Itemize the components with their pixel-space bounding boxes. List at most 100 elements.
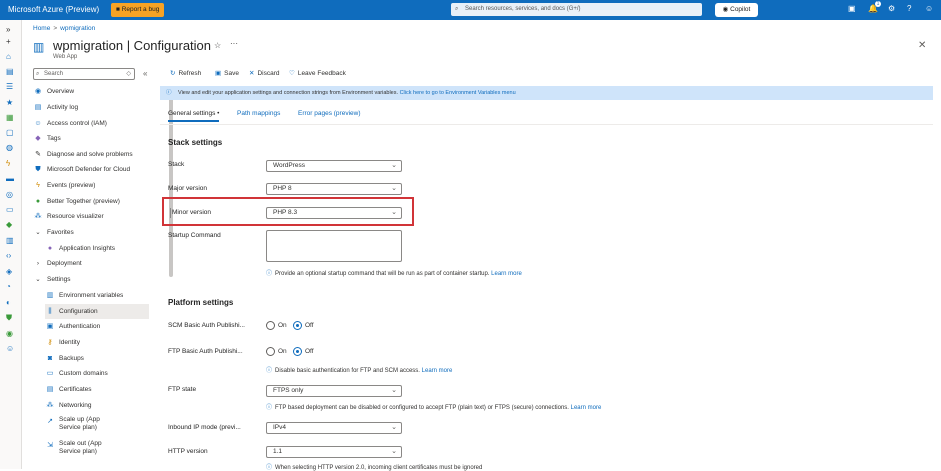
sidebar-item-configuration[interactable]: ⫼ Configuration: [45, 304, 149, 319]
function-app-icon[interactable]: ϟ: [6, 159, 10, 168]
app-services-icon[interactable]: ◍: [6, 143, 13, 152]
save-button[interactable]: ▣ Save: [215, 69, 239, 77]
chevron-down-icon: ⌄: [391, 162, 397, 169]
ftp-state-hint: ⓘ FTP based deployment can be disabled or…: [266, 402, 601, 411]
search-options-icon[interactable]: ◇: [126, 69, 131, 79]
dashboard-icon[interactable]: ▤: [6, 67, 14, 76]
entra-id-icon[interactable]: ◈: [6, 267, 12, 276]
sidebar-item-overview[interactable]: ◉ Overview: [33, 84, 157, 99]
sidebar-item-diagnose[interactable]: ✎ Diagnose and solve problems: [33, 147, 157, 162]
virtual-machine-icon[interactable]: ▭: [6, 205, 14, 214]
sidebar-item-scale-out[interactable]: ⇲ Scale out (App Service plan): [45, 438, 120, 458]
sidebar-item-custom-domains[interactable]: ▭ Custom domains: [45, 366, 157, 381]
startup-command-input[interactable]: [266, 230, 402, 262]
cloud-shell-icon[interactable]: ▣: [848, 4, 856, 13]
create-resource-icon[interactable]: +: [6, 37, 11, 46]
chevron-down-icon: ⌄: [391, 387, 397, 394]
all-services-icon[interactable]: ☰: [6, 82, 13, 91]
sidebar-group-deployment[interactable]: › Deployment: [33, 256, 157, 271]
refresh-button[interactable]: ↻ Refresh: [170, 69, 201, 77]
sidebar-item-label: Tags: [47, 135, 61, 142]
sidebar-item-label: Resource visualizer: [47, 213, 104, 220]
close-blade-icon[interactable]: ✕: [918, 40, 926, 51]
collapse-menu-icon[interactable]: «: [143, 69, 147, 78]
lightbulb-icon: ●: [35, 198, 41, 205]
menu-search-input[interactable]: ⌕ Search ◇: [33, 68, 135, 80]
ftp-basic-auth-off-radio[interactable]: Off: [293, 347, 314, 356]
sidebar-item-identity[interactable]: ⚷ Identity: [45, 335, 157, 350]
sidebar-item-defender[interactable]: ⛊ Microsoft Defender for Cloud: [33, 162, 157, 177]
learn-more-link[interactable]: Learn more: [571, 405, 602, 411]
sidebar-item-activity-log[interactable]: ▤ Activity log: [33, 100, 157, 115]
sidebar-item-better-together[interactable]: ● Better Together (preview): [33, 194, 157, 209]
report-bug-button[interactable]: ■ Report a bug: [111, 3, 165, 17]
storage-account-icon[interactable]: ▥: [6, 236, 14, 245]
sidebar-item-networking[interactable]: ⁂ Networking: [45, 398, 157, 413]
monitor-icon[interactable]: ◔: [6, 282, 11, 291]
inbound-ip-mode-select[interactable]: IPv4 ⌄: [266, 422, 402, 434]
chevron-down-icon: ⌄: [391, 448, 397, 455]
page-subtitle: Web App: [53, 54, 78, 60]
sidebar-group-settings[interactable]: ⌄ Settings: [33, 272, 157, 287]
sidebar-item-scale-up[interactable]: ↗ Scale up (App Service plan): [45, 414, 120, 434]
tab-error-pages[interactable]: Error pages (preview): [298, 110, 361, 117]
major-version-select[interactable]: PHP 8 ⌄: [266, 183, 402, 195]
save-icon: ▣: [215, 70, 222, 77]
sidebar-item-backups[interactable]: ◙ Backups: [45, 351, 157, 366]
virtual-network-icon[interactable]: ‹›: [6, 251, 11, 260]
favorites-star-icon[interactable]: ★: [6, 98, 13, 107]
minor-version-value: PHP 8.3: [273, 209, 298, 216]
help-icon[interactable]: ?: [907, 4, 911, 13]
web-app-icon: ▥: [33, 40, 45, 54]
copilot-button[interactable]: ◉ Copilot: [715, 3, 758, 17]
learn-more-link[interactable]: Learn more: [491, 271, 522, 277]
cost-management-icon[interactable]: ◉: [6, 329, 13, 338]
stack-select[interactable]: WordPress ⌄: [266, 160, 402, 172]
tab-path-mappings[interactable]: Path mappings: [237, 110, 280, 117]
ftp-basic-auth-on-radio[interactable]: On: [266, 347, 287, 356]
sql-database-icon[interactable]: ▬: [6, 174, 14, 183]
http-version-select[interactable]: 1.1 ⌄: [266, 446, 402, 458]
account-icon[interactable]: ☺: [925, 4, 933, 13]
load-balancer-icon[interactable]: ◆: [6, 220, 12, 229]
ftp-state-select[interactable]: FTPS only ⌄: [266, 385, 402, 397]
sidebar-item-application-insights[interactable]: ● Application Insights: [45, 241, 157, 256]
scm-basic-auth-on-radio[interactable]: On: [266, 321, 287, 330]
learn-more-link[interactable]: Learn more: [422, 368, 453, 374]
sidebar-item-resource-visualizer[interactable]: ⁂ Resource visualizer: [33, 209, 157, 224]
resource-groups-icon[interactable]: ▢: [6, 128, 14, 137]
favorite-star-icon[interactable]: ☆: [214, 41, 221, 50]
defender-icon[interactable]: ⛊: [6, 313, 12, 323]
cosmos-db-icon[interactable]: ◎: [6, 190, 13, 199]
scm-basic-auth-off-radio[interactable]: Off: [293, 321, 314, 330]
tab-general-settings[interactable]: General settings •: [168, 110, 220, 122]
sidebar-item-certificates[interactable]: ▤ Certificates: [45, 382, 157, 397]
sidebar-item-environment-variables[interactable]: ▥ Environment variables: [45, 288, 157, 303]
more-options-icon[interactable]: ···: [230, 39, 238, 48]
sidebar-item-access-control[interactable]: ☺ Access control (IAM): [33, 116, 157, 131]
expand-menu-icon[interactable]: »: [6, 25, 10, 34]
breadcrumb-home[interactable]: Home: [33, 25, 50, 32]
sidebar-item-events[interactable]: ϟ Events (preview): [33, 178, 157, 193]
global-search-input[interactable]: ⌕ Search resources, services, and docs (…: [451, 3, 702, 16]
stack-label: Stack: [168, 161, 185, 168]
info-banner: ⓘ View and edit your application setting…: [160, 86, 933, 100]
brand-title[interactable]: Microsoft Azure (Preview): [8, 5, 99, 14]
minor-version-select[interactable]: PHP 8.3 ⌄: [266, 207, 402, 219]
environment-variables-link[interactable]: Click here to go to Environment Variable…: [400, 90, 516, 96]
sidebar-item-tags[interactable]: ◆ Tags: [33, 131, 157, 146]
help-support-icon[interactable]: ☺: [6, 344, 14, 353]
menu-scrollbar[interactable]: [169, 91, 173, 277]
access-control-icon: ☺: [34, 120, 42, 127]
home-icon[interactable]: ⌂: [6, 52, 11, 61]
copilot-icon: ◉: [722, 6, 731, 13]
sidebar-group-favorites[interactable]: ⌄ Favorites: [33, 225, 157, 240]
settings-gear-icon[interactable]: ⚙: [888, 4, 895, 13]
close-icon: ✕: [249, 70, 255, 77]
breadcrumb-wpmigration[interactable]: wpmigration: [60, 25, 95, 32]
advisor-icon[interactable]: ◐: [6, 298, 11, 307]
leave-feedback-button[interactable]: ♡ Leave Feedback: [289, 69, 346, 77]
all-resources-icon[interactable]: ▦: [6, 113, 14, 122]
discard-button[interactable]: ✕ Discard: [249, 69, 280, 77]
sidebar-item-authentication[interactable]: ▣ Authentication: [45, 319, 157, 334]
